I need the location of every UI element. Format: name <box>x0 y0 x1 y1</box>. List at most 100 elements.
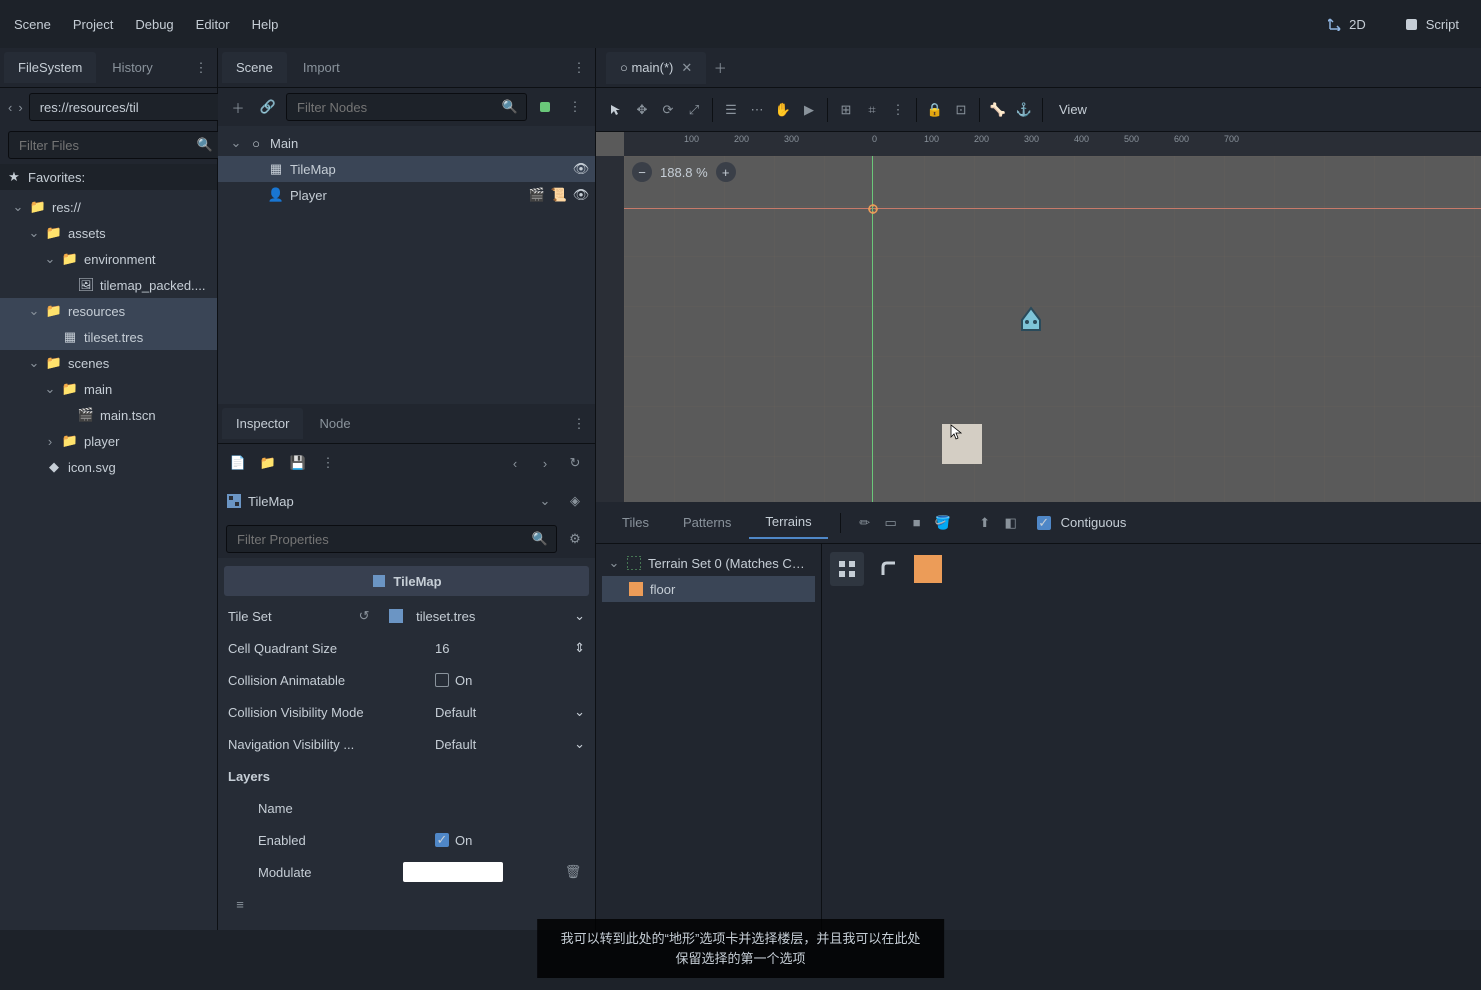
history-prev-icon[interactable]: ‹ <box>503 451 527 475</box>
fs-row-icon-svg[interactable]: ◆icon.svg <box>0 454 217 480</box>
enabled-checkbox[interactable]: ✓ <box>435 833 449 847</box>
make-unique-icon[interactable]: ◈ <box>563 489 587 513</box>
scene-tab-main[interactable]: ○ main(*)✕ <box>606 52 706 84</box>
chevron-down-icon[interactable]: ⌄ <box>28 303 40 319</box>
bone-icon[interactable]: 🦴 <box>986 98 1010 122</box>
pan-tool-icon[interactable]: ✋ <box>771 98 795 122</box>
fs-row-main[interactable]: ⌄📁main <box>0 376 217 402</box>
mode-script-button[interactable]: Script <box>1396 12 1467 36</box>
inspector-extra-icon[interactable]: ⋮ <box>316 451 340 475</box>
fs-row-scenes[interactable]: ⌄📁scenes <box>0 350 217 376</box>
snap-grid-icon[interactable]: ⊞ <box>834 98 858 122</box>
viewport[interactable]: 1002003000100200300400500600700 − 188.8 … <box>596 132 1481 502</box>
filter-properties-input[interactable]: 🔍 <box>226 525 557 553</box>
inspector-dock-options-icon[interactable]: ⋮ <box>567 412 591 436</box>
favorites-row[interactable]: ★ Favorites: <box>0 164 217 190</box>
collision-anim-checkbox[interactable] <box>435 673 449 687</box>
group-icon[interactable]: ⊡ <box>949 98 973 122</box>
terrain-paint-tool-icon[interactable]: ✏ <box>853 511 877 535</box>
load-resource-icon[interactable]: 📁 <box>256 451 280 475</box>
modulate-color[interactable] <box>403 862 503 882</box>
filter-files-input[interactable]: 🔍 <box>8 131 222 159</box>
tab-import[interactable]: Import <box>289 52 354 83</box>
close-tab-icon[interactable]: ✕ <box>681 60 692 75</box>
reorder-icon[interactable]: ≡ <box>228 892 252 916</box>
menu-scene[interactable]: Scene <box>14 17 51 32</box>
chevron-down-icon[interactable]: ⌄ <box>28 355 40 371</box>
nav-vis-value[interactable]: Default <box>435 737 568 752</box>
mode-2d-button[interactable]: 2D <box>1319 12 1374 36</box>
fs-row-resources[interactable]: ⌄📁resources <box>0 298 217 324</box>
scene-node-TileMap[interactable]: ▦TileMap👁 <box>218 156 595 182</box>
snap-more-icon[interactable]: ⋮ <box>886 98 910 122</box>
select-tool-icon[interactable] <box>604 98 628 122</box>
player-sprite[interactable] <box>1014 304 1048 338</box>
terrain-line-tool-icon[interactable]: ▭ <box>879 511 903 535</box>
chevron-down-icon[interactable]: ⌄ <box>574 704 585 720</box>
tab-inspector[interactable]: Inspector <box>222 408 303 439</box>
tab-scene[interactable]: Scene <box>222 52 287 83</box>
fs-row-tilemap_packed-[interactable]: 🖼tilemap_packed.... <box>0 272 217 298</box>
add-scene-tab-icon[interactable]: ＋ <box>708 56 732 80</box>
collision-vis-value[interactable]: Default <box>435 705 568 720</box>
scene-node-Player[interactable]: 👤Player🎬📜👁 <box>218 182 595 208</box>
terrain-tile-swatch[interactable] <box>914 555 942 583</box>
list-tool-icon[interactable]: ☰ <box>719 98 743 122</box>
scene-node-Main[interactable]: ⌄○Main <box>218 130 595 156</box>
terrain-rect-tool-icon[interactable]: ■ <box>905 511 929 535</box>
filter-nodes-input[interactable]: 🔍 <box>286 93 527 121</box>
tiletab-tiles[interactable]: Tiles <box>606 507 665 538</box>
menu-help[interactable]: Help <box>252 17 279 32</box>
fs-row-res-[interactable]: ⌄📁res:// <box>0 194 217 220</box>
fs-row-main-tscn[interactable]: 🎬main.tscn <box>0 402 217 428</box>
terrain-mode-path-icon[interactable] <box>872 552 906 586</box>
scene-more-icon[interactable]: ⋮ <box>563 95 587 119</box>
zoom-value[interactable]: 188.8 % <box>660 165 708 180</box>
zoom-out-button[interactable]: − <box>632 162 652 182</box>
chevron-down-icon[interactable]: ⌄ <box>12 199 24 215</box>
scale-tool-icon[interactable]: ⤢ <box>682 98 706 122</box>
revert-icon[interactable]: ↺ <box>352 604 376 628</box>
scene-dock-options-icon[interactable]: ⋮ <box>567 56 591 80</box>
nav-back-icon[interactable]: ‹ <box>8 95 12 119</box>
save-resource-icon[interactable]: 💾 <box>286 451 310 475</box>
fs-row-assets[interactable]: ⌄📁assets <box>0 220 217 246</box>
menu-debug[interactable]: Debug <box>135 17 173 32</box>
chevron-right-icon[interactable]: › <box>44 434 56 449</box>
visibility-icon[interactable]: 👁 <box>573 161 589 177</box>
tiletab-terrains[interactable]: Terrains <box>749 506 827 539</box>
anchor-icon[interactable]: ⚓ <box>1012 98 1036 122</box>
viewport-canvas[interactable] <box>624 156 1481 502</box>
lock-icon[interactable]: 🔒 <box>923 98 947 122</box>
tab-history[interactable]: History <box>98 52 166 83</box>
object-dropdown-icon[interactable]: ⌄ <box>533 489 557 513</box>
fs-row-environment[interactable]: ⌄📁environment <box>0 246 217 272</box>
ruler-tool-icon[interactable]: ⋯ <box>745 98 769 122</box>
cell-quadrant-value[interactable]: 16 <box>435 641 568 656</box>
fs-row-tileset-tres[interactable]: ▦tileset.tres <box>0 324 217 350</box>
add-node-icon[interactable]: ＋ <box>226 95 250 119</box>
spinner-icon[interactable]: ⇕ <box>574 640 585 656</box>
terrain-eraser-tool-icon[interactable]: ◧ <box>999 511 1023 535</box>
menu-project[interactable]: Project <box>73 17 113 32</box>
snap-options-icon[interactable]: ⌗ <box>860 98 884 122</box>
attach-script-icon[interactable] <box>533 95 557 119</box>
history-next-icon[interactable]: › <box>533 451 557 475</box>
terrain-mode-connect-icon[interactable] <box>830 552 864 586</box>
tiletab-patterns[interactable]: Patterns <box>667 507 747 538</box>
chevron-down-icon[interactable]: ⌄ <box>574 608 585 624</box>
terrain-bucket-tool-icon[interactable]: 🪣 <box>931 511 955 535</box>
scene-instance-icon[interactable]: 🎬 <box>529 187 545 203</box>
chevron-down-icon[interactable]: ⌄ <box>574 736 585 752</box>
visibility-icon[interactable]: 👁 <box>573 187 589 203</box>
chevron-down-icon[interactable]: ⌄ <box>44 381 56 397</box>
new-resource-icon[interactable]: 📄 <box>226 451 250 475</box>
view-button[interactable]: View <box>1049 96 1097 124</box>
menu-editor[interactable]: Editor <box>196 17 230 32</box>
chevron-down-icon[interactable]: ⌄ <box>28 225 40 241</box>
property-tools-icon[interactable]: ⚙ <box>563 527 587 551</box>
contiguous-checkbox[interactable]: ✓ <box>1037 516 1051 530</box>
delete-layer-icon[interactable]: 🗑 <box>561 860 585 884</box>
history-icon[interactable]: ↻ <box>563 451 587 475</box>
rotate-tool-icon[interactable]: ⟳ <box>656 98 680 122</box>
